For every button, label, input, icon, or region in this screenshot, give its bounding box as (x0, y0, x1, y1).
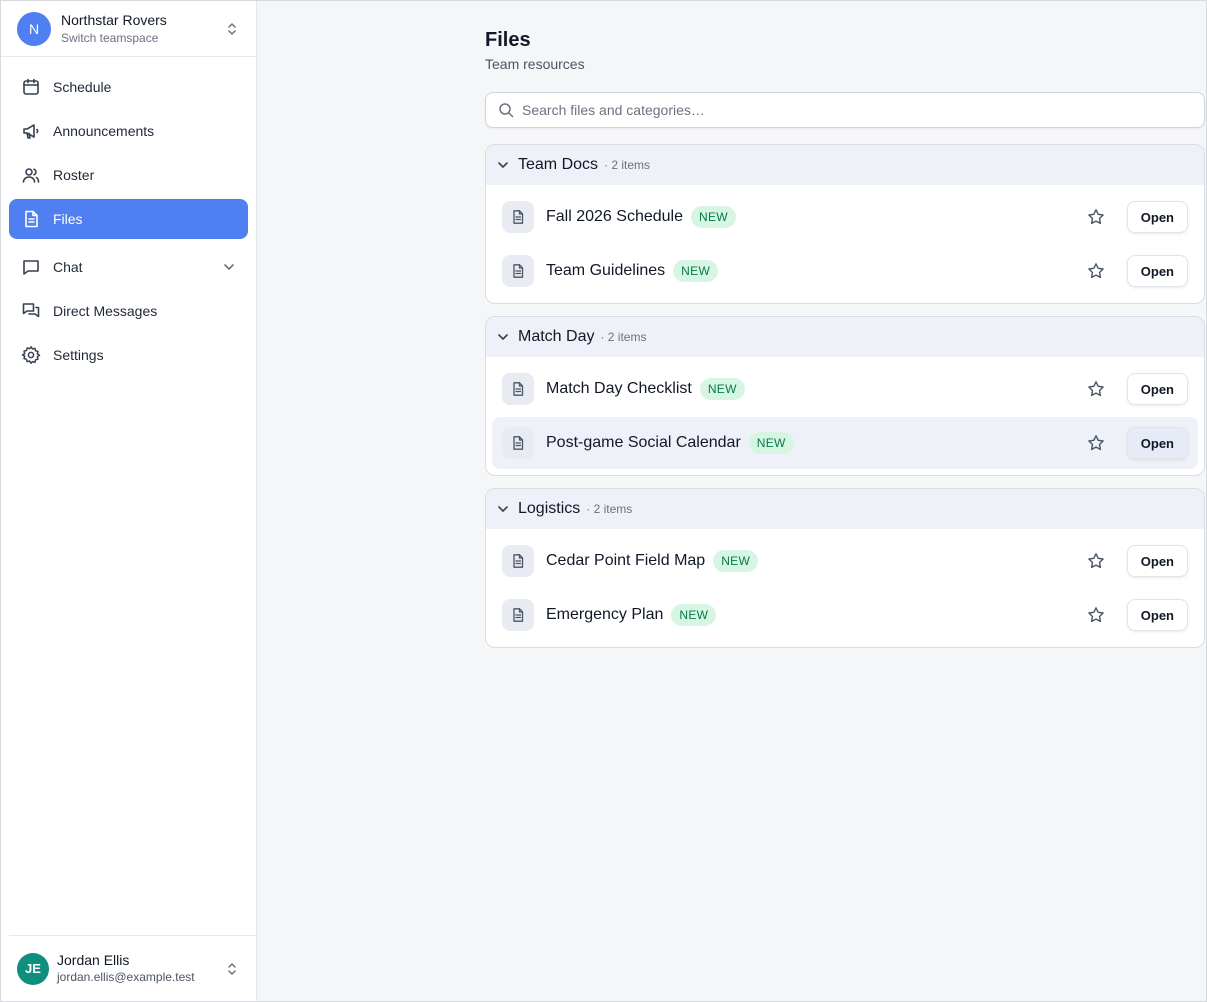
document-icon (502, 373, 534, 405)
document-icon (502, 201, 534, 233)
group-title: Logistics (518, 500, 581, 517)
file-group-team-docs: Team Docs · 2 items Fall 2026 Schedule N… (485, 144, 1205, 304)
list-item[interactable]: Team Guidelines NEW Open (492, 245, 1198, 297)
sidebar-item-files[interactable]: Files (9, 199, 248, 239)
app-window: N Northstar Rovers Switch teamspace Sche… (0, 0, 1207, 1002)
chevron-down-icon (496, 502, 510, 516)
group-header[interactable]: Team Docs · 2 items (486, 145, 1204, 185)
sidebar-item-label: Settings (53, 347, 104, 363)
page-subtitle: Team resources (485, 56, 585, 72)
group-title: Team Docs (518, 156, 599, 173)
user-email: jordan.ellis@example.test (57, 969, 195, 984)
list-item[interactable]: Fall 2026 Schedule NEW Open (492, 191, 1198, 243)
sidebar-item-label: Chat (53, 259, 83, 275)
group-header[interactable]: Logistics · 2 items (486, 489, 1204, 529)
users-icon (21, 165, 41, 185)
sidebar-item-schedule[interactable]: Schedule (9, 67, 248, 107)
document-icon (502, 255, 534, 287)
sidebar-item-label: Direct Messages (53, 303, 158, 319)
sidebar-item-announcements[interactable]: Announcements (9, 111, 248, 151)
group-count: · 2 items (600, 330, 647, 344)
star-icon[interactable] (1087, 208, 1105, 226)
new-badge: NEW (699, 378, 745, 400)
open-button[interactable]: Open (1126, 545, 1188, 577)
open-button[interactable]: Open (1126, 599, 1188, 631)
sidebar: N Northstar Rovers Switch teamspace Sche… (1, 1, 257, 1001)
star-icon[interactable] (1087, 380, 1105, 398)
team-switcher[interactable]: N Northstar Rovers Switch teamspace (1, 1, 256, 57)
team-name: Northstar Rovers (61, 11, 167, 28)
sidebar-nav: Schedule Announcements Roster Files Chat… (1, 57, 256, 389)
list-item[interactable]: Emergency Plan NEW Open (492, 589, 1198, 641)
sidebar-item-chat[interactable]: Chat (9, 247, 248, 287)
open-button[interactable]: Open (1126, 373, 1188, 405)
new-badge: NEW (748, 432, 794, 454)
document-icon (502, 599, 534, 631)
page-title: Files (485, 29, 531, 51)
sidebar-item-label: Schedule (53, 79, 112, 95)
chevron-down-icon (496, 158, 510, 172)
team-avatar: N (17, 11, 51, 46)
user-name: Jordan Ellis (57, 952, 130, 969)
list-item[interactable]: Post-game Social Calendar NEW Open (492, 417, 1198, 469)
megaphone-icon (21, 121, 41, 141)
file-group-logistics: Logistics · 2 items Cedar Point Field Ma… (485, 488, 1205, 648)
chat-icon (21, 257, 41, 277)
sidebar-item-roster[interactable]: Roster (9, 155, 248, 195)
star-icon[interactable] (1087, 434, 1105, 452)
sidebar-item-settings[interactable]: Settings (9, 335, 248, 375)
messages-icon (21, 301, 41, 321)
file-group-match-day: Match Day · 2 items Match Day Checklist … (485, 316, 1205, 476)
new-badge: NEW (713, 550, 759, 572)
search-input[interactable] (522, 102, 1192, 118)
file-name: Match Day Checklist (546, 380, 692, 397)
search-icon (498, 102, 514, 118)
search-bar (485, 92, 1205, 128)
document-icon (502, 427, 534, 459)
list-item[interactable]: Cedar Point Field Map NEW Open (492, 535, 1198, 587)
avatar: JE (17, 952, 49, 985)
chevron-up-down-icon (224, 21, 240, 37)
group-count: · 2 items (586, 502, 633, 516)
file-name: Cedar Point Field Map (546, 552, 706, 569)
chevron-down-icon[interactable] (222, 260, 236, 274)
star-icon[interactable] (1087, 262, 1105, 280)
file-icon (21, 209, 41, 229)
sidebar-item-direct-messages[interactable]: Direct Messages (9, 291, 248, 331)
chevron-down-icon (496, 330, 510, 344)
gear-icon (21, 345, 41, 365)
group-count: · 2 items (604, 158, 651, 172)
file-name: Team Guidelines (546, 262, 666, 279)
sidebar-item-label: Announcements (53, 123, 155, 139)
calendar-icon (21, 77, 41, 97)
file-name: Emergency Plan (546, 606, 664, 623)
star-icon[interactable] (1087, 606, 1105, 624)
list-item[interactable]: Match Day Checklist NEW Open (492, 363, 1198, 415)
group-header[interactable]: Match Day · 2 items (486, 317, 1204, 357)
new-badge: NEW (690, 206, 736, 228)
sidebar-item-label: Files (53, 211, 83, 227)
sidebar-item-label: Roster (53, 167, 95, 183)
team-subtitle: Switch teamspace (61, 30, 159, 45)
open-button[interactable]: Open (1126, 427, 1188, 459)
user-menu[interactable]: JE Jordan Ellis jordan.ellis@example.tes… (9, 935, 256, 1001)
open-button[interactable]: Open (1126, 255, 1188, 287)
group-title: Match Day (518, 328, 595, 345)
file-name: Post-game Social Calendar (546, 434, 741, 451)
file-name: Fall 2026 Schedule (546, 208, 683, 225)
open-button[interactable]: Open (1126, 201, 1188, 233)
document-icon (502, 545, 534, 577)
chevron-up-down-icon (224, 961, 240, 977)
main-content: Files Team resources Team Docs · 2 items (257, 1, 1206, 1001)
new-badge: NEW (671, 604, 717, 626)
new-badge: NEW (673, 260, 719, 282)
star-icon[interactable] (1087, 552, 1105, 570)
